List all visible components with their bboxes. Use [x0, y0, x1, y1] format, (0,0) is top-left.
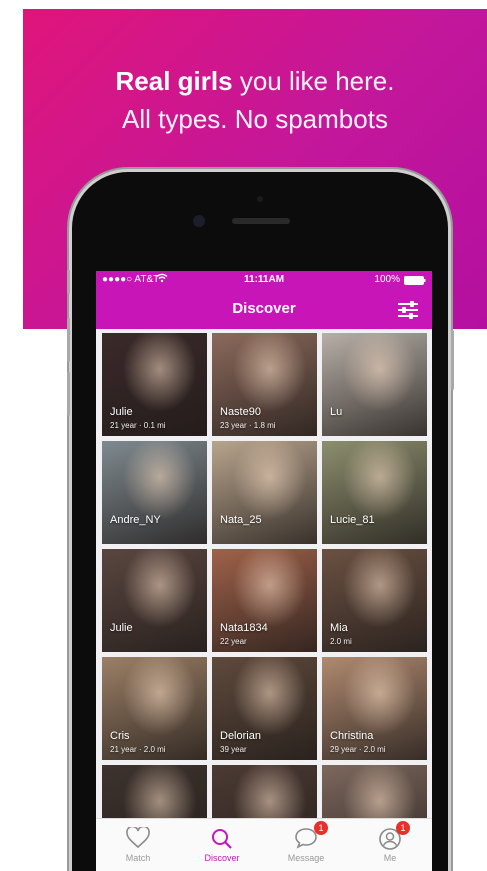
tab-discover-label: Discover	[204, 853, 240, 863]
tab-message[interactable]: 1 Message	[264, 819, 348, 871]
headline-rest: you like here.	[239, 66, 395, 96]
message-badge: 1	[314, 821, 328, 835]
profile-photo	[322, 333, 427, 436]
search-icon	[212, 829, 232, 849]
volume-up-button	[67, 318, 70, 362]
wifi-icon	[156, 273, 168, 286]
profile-card[interactable]: Lucie_81	[322, 441, 427, 544]
app-screen: ●●●●○ AT&T 11:11AM 100% Discover Julie 21…	[96, 271, 432, 871]
sensor-dot	[257, 196, 263, 202]
profile-card[interactable]: Julie	[102, 549, 207, 652]
profile-photo	[102, 549, 207, 652]
profile-card[interactable]: Christina 29 year · 2.0 mi	[322, 657, 427, 760]
front-camera	[193, 215, 205, 227]
headline-bold: Real girls	[115, 66, 233, 96]
profile-card[interactable]: Andre_NY	[102, 441, 207, 544]
profile-name: Delorian	[220, 730, 261, 742]
profile-photo	[212, 441, 317, 544]
sliders-icon[interactable]	[398, 301, 418, 319]
profile-name: Cris	[110, 730, 130, 742]
profile-card[interactable]: Naste90 23 year · 1.8 mi	[212, 333, 317, 436]
profile-name: Lu	[330, 406, 343, 418]
heart-icon	[126, 827, 150, 849]
profile-card[interactable]: Mia 2.0 mi	[322, 549, 427, 652]
profile-card[interactable]: Nata_25	[212, 441, 317, 544]
battery-icon	[404, 276, 426, 288]
nav-bar: Discover	[96, 289, 432, 329]
profile-name: Naste90	[220, 406, 261, 418]
earpiece-speaker	[232, 218, 290, 224]
profile-name: Nata_25	[220, 514, 262, 526]
profile-meta: 23 year · 1.8 mi	[220, 421, 276, 430]
tab-me-label: Me	[383, 853, 397, 863]
profile-name: Julie	[110, 406, 133, 418]
profile-name: Julie	[110, 622, 133, 634]
promo-headline: Real girls you like here. All types. No …	[23, 62, 487, 138]
profile-photo	[322, 441, 427, 544]
profile-card[interactable]: Cris 21 year · 2.0 mi	[102, 657, 207, 760]
profile-meta: 22 year	[220, 637, 247, 646]
tab-message-label: Message	[287, 853, 325, 863]
profile-name: Christina	[330, 730, 374, 742]
headline-line2: All types. No spambots	[122, 104, 388, 134]
profile-name: Andre_NY	[110, 514, 161, 526]
profile-meta: 21 year · 2.0 mi	[110, 745, 166, 754]
profile-card[interactable]: Nata1834 22 year	[212, 549, 317, 652]
tab-match[interactable]: Match	[96, 819, 180, 871]
power-button	[451, 330, 454, 390]
profile-card[interactable]: Julie 21 year · 0.1 mi	[102, 333, 207, 436]
profile-meta: 39 year	[220, 745, 247, 754]
profile-card[interactable]: Lu	[322, 333, 427, 436]
tab-match-label: Match	[125, 853, 151, 863]
tab-discover[interactable]: Discover	[180, 819, 264, 871]
profile-meta: 2.0 mi	[330, 637, 352, 646]
profile-meta: 29 year · 2.0 mi	[330, 745, 386, 754]
volume-down-button	[67, 372, 70, 416]
profile-name: Lucie_81	[330, 514, 375, 526]
clock: 11:11AM	[244, 274, 285, 285]
status-bar: ●●●●○ AT&T 11:11AM 100%	[96, 271, 432, 289]
profile-card[interactable]: Delorian 39 year	[212, 657, 317, 760]
tab-bar: Match Discover 1 Message 1 Me	[96, 818, 432, 871]
profile-name: Mia	[330, 622, 348, 634]
profile-photo	[102, 441, 207, 544]
tab-me[interactable]: 1 Me	[348, 819, 432, 871]
profile-meta: 21 year · 0.1 mi	[110, 421, 166, 430]
profile-name: Nata1834	[220, 622, 268, 634]
page-title: Discover	[232, 300, 296, 317]
mute-switch	[67, 270, 70, 294]
me-badge: 1	[396, 821, 410, 835]
battery-percent: 100%	[374, 274, 400, 285]
carrier-label: ●●●●○ AT&T	[102, 274, 160, 285]
